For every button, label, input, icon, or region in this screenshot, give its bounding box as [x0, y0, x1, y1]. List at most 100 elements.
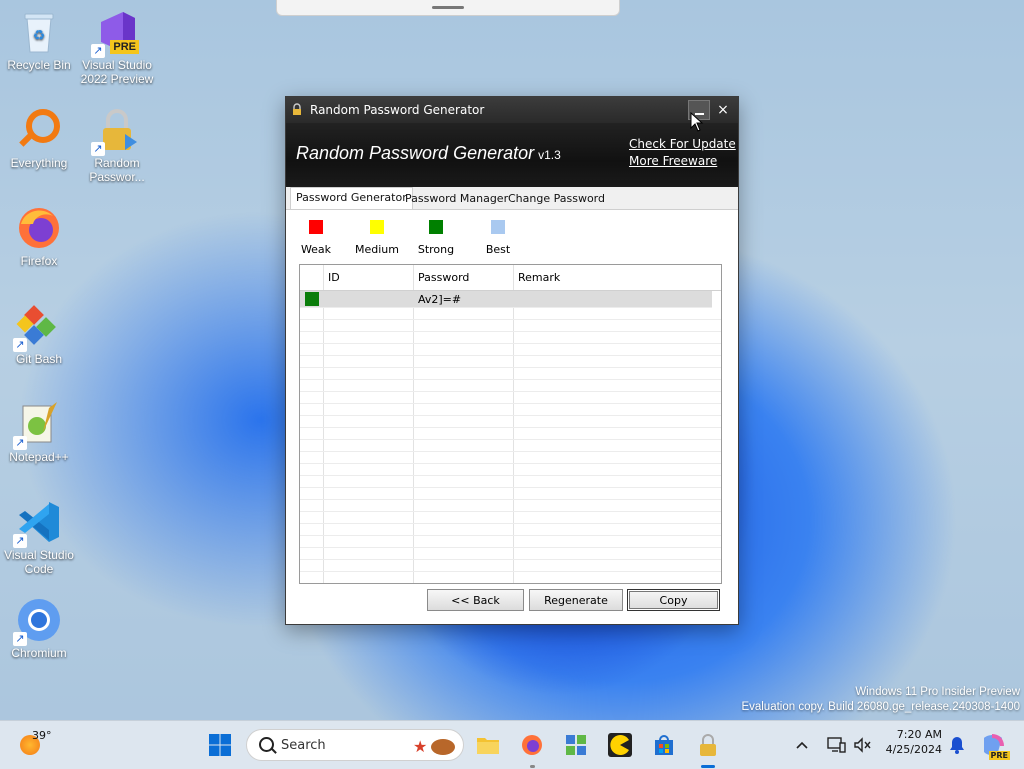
svg-text:★: ★ [413, 737, 427, 756]
legend-weak: Weak [286, 220, 346, 256]
microsoft-store-icon[interactable] [652, 733, 676, 757]
row-password: Av2]=# [418, 293, 462, 306]
copilot-icon[interactable]: PRE [980, 732, 1010, 760]
legend-label: Strong [417, 243, 455, 256]
desktop-icon-visual-studio-code[interactable]: ↗ Visual Studio Code [0, 498, 78, 576]
taskbar-search-box[interactable]: Search ★ [246, 729, 464, 761]
tab-password-generator[interactable]: Password Generator [290, 187, 413, 209]
table-row-empty [300, 308, 721, 320]
snap-layout-bar[interactable] [276, 0, 620, 16]
legend-label: Best [485, 243, 511, 256]
table-row-empty [300, 344, 721, 356]
password-generator-panel: Weak Medium Strong Best ID Password Rema… [286, 210, 738, 624]
window-titlebar[interactable]: Random Password Generator × [286, 97, 738, 123]
network-display-icon[interactable] [826, 735, 846, 755]
best-swatch [491, 220, 505, 234]
volume-muted-icon[interactable] [852, 735, 872, 755]
legend-medium: Medium [347, 220, 407, 256]
pre-badge: PRE [110, 40, 139, 54]
tab-password-manager[interactable]: Password Manager [400, 189, 513, 209]
padlock-icon: ↗ [91, 106, 141, 156]
clock-date: 4/25/2024 [885, 743, 942, 756]
app-name: Random Password Generator v1.3 [296, 143, 561, 164]
firefox-icon [15, 204, 63, 252]
back-button[interactable]: << Back [427, 589, 524, 611]
git-taskbar-icon[interactable] [564, 733, 588, 757]
tab-bar: Password Generator Password Manager Chan… [286, 187, 738, 210]
everything-search-icon [15, 106, 63, 154]
windows-start-icon[interactable] [208, 733, 232, 757]
search-placeholder: Search [281, 738, 326, 753]
check-for-update-link[interactable]: Check For Update [629, 137, 736, 151]
shortcut-arrow-icon: ↗ [91, 44, 105, 58]
shortcut-arrow-icon: ↗ [13, 632, 27, 646]
snap-grip[interactable] [432, 6, 464, 9]
desktop-icon-label: Visual Studio 2022 Preview [80, 58, 154, 86]
more-freeware-link[interactable]: More Freeware [629, 154, 717, 168]
strong-swatch [429, 220, 443, 234]
password-generator-taskbar-icon[interactable] [696, 733, 720, 757]
table-row-empty [300, 368, 721, 380]
visual-studio-icon: PRE ↗ [91, 8, 141, 58]
app-banner: Random Password Generator v1.3 Check For … [286, 123, 738, 187]
table-row-empty [300, 464, 721, 476]
table-row-empty [300, 440, 721, 452]
notepad-plus-plus-icon: ↗ [13, 400, 63, 450]
desktop-icon-label: Everything [10, 156, 68, 170]
copy-button[interactable]: Copy [627, 589, 720, 611]
desktop-icon-git-bash[interactable]: ↗ Git Bash [0, 302, 78, 366]
shortcut-arrow-icon: ↗ [13, 338, 27, 352]
desktop-icon-label: Firefox [20, 254, 58, 268]
table-row-empty [300, 380, 721, 392]
desktop-icon-chromium[interactable]: ↗ Chromium [0, 596, 78, 660]
desktop-icon-label: Recycle Bin [7, 58, 71, 72]
close-button[interactable]: × [714, 101, 732, 119]
clock[interactable]: 7:20 AM 4/25/2024 [884, 728, 942, 756]
copilot-pre-badge: PRE [988, 751, 1010, 760]
mouse-cursor-icon [690, 112, 704, 132]
notification-bell-icon[interactable] [948, 735, 966, 755]
desktop-icon-label: Git Bash [15, 352, 63, 366]
shortcut-arrow-icon: ↗ [91, 142, 105, 156]
column-header-id[interactable]: ID [328, 271, 340, 284]
desktop-icon-notepad-plus-plus[interactable]: ↗ Notepad++ [0, 400, 78, 464]
desktop-icon-firefox[interactable]: Firefox [0, 204, 78, 268]
table-row-empty [300, 392, 721, 404]
watermark-line-2: Evaluation copy. Build 26080.ge_release.… [741, 701, 1020, 713]
desktop-icon-random-password[interactable]: ↗ Random Passwor... [78, 106, 156, 184]
app-name-text: Random Password Generator [296, 143, 535, 163]
desktop-icon-recycle-bin[interactable]: ♻ Recycle Bin [0, 8, 78, 72]
table-row-empty [300, 476, 721, 488]
watermark-line-1: Windows 11 Pro Insider Preview [855, 686, 1020, 698]
chromium-icon: ↗ [13, 596, 63, 646]
firefox-taskbar-icon[interactable] [520, 733, 544, 757]
table-row-empty [300, 452, 721, 464]
table-row-empty [300, 500, 721, 512]
table-row-empty [300, 404, 721, 416]
vscode-icon: ↗ [13, 498, 63, 548]
desktop-icon-label: Chromium [11, 646, 67, 660]
taskbar: 39° Search ★ 7:20 AM 4/25/2024 PRE [0, 720, 1024, 769]
git-bash-icon: ↗ [13, 302, 63, 352]
password-table[interactable]: ID Password Remark Av2]=# [299, 264, 722, 584]
desktop-icon-everything[interactable]: Everything [0, 106, 78, 170]
desktop-icon-label: Notepad++ [9, 450, 69, 464]
table-row-empty [300, 356, 721, 368]
pacman-game-icon[interactable] [608, 733, 632, 757]
search-highlight-icon: ★ [413, 737, 455, 756]
table-row-empty [300, 416, 721, 428]
chevron-up-icon[interactable] [794, 737, 810, 753]
recycle-bin-icon: ♻ [15, 8, 63, 56]
tab-change-password[interactable]: Change Password [503, 189, 610, 209]
column-header-remark[interactable]: Remark [518, 271, 560, 284]
desktop-icon-visual-studio-2022-preview[interactable]: PRE ↗ Visual Studio 2022 Preview [78, 8, 156, 86]
legend-label: Medium [355, 243, 399, 256]
legend-best: Best [468, 220, 528, 256]
file-explorer-icon[interactable] [476, 733, 500, 757]
weak-swatch [309, 220, 323, 234]
table-row[interactable]: Av2]=# [300, 291, 712, 308]
column-header-password[interactable]: Password [418, 271, 469, 284]
regenerate-button[interactable]: Regenerate [529, 589, 623, 611]
table-row-empty [300, 488, 721, 500]
table-row-empty [300, 524, 721, 536]
